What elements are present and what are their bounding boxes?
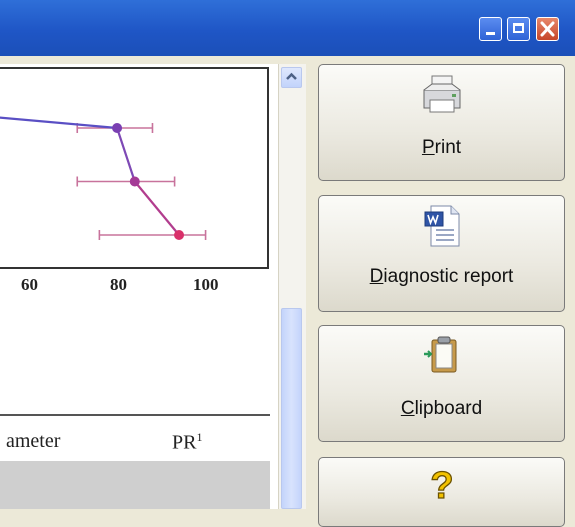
scroll-thumb[interactable] — [281, 308, 302, 509]
maximize-icon — [513, 23, 524, 33]
x-tick-label: 60 — [21, 275, 38, 294]
table-header-pr: PR1 — [172, 430, 203, 454]
data-point — [174, 230, 185, 240]
table-header-parameter: ameter — [6, 430, 61, 452]
x-tick-label: 100 — [193, 275, 219, 294]
help-button[interactable]: ? — [318, 457, 565, 527]
parameter-chart — [0, 67, 269, 269]
table-row — [0, 461, 270, 509]
table-divider — [0, 414, 270, 416]
print-button[interactable]: Print — [318, 64, 565, 181]
title-bar — [0, 0, 575, 56]
printer-icon — [423, 75, 460, 113]
close-icon — [540, 21, 555, 37]
data-point — [129, 176, 140, 187]
svg-text:?: ? — [430, 465, 453, 506]
question-mark-icon: ? — [429, 464, 454, 506]
word-document-icon — [424, 205, 459, 247]
clipboard-label: Clipboard — [400, 398, 483, 419]
minimize-button[interactable] — [479, 17, 502, 41]
clipboard-icon — [423, 336, 456, 373]
plot-frame — [0, 67, 269, 269]
x-tick-label: 80 — [110, 275, 127, 294]
chevron-up-icon — [286, 72, 297, 80]
minimize-icon — [486, 32, 495, 35]
print-label: Print — [421, 137, 462, 158]
scroll-up-button[interactable] — [281, 67, 302, 88]
diagnostic-report-button[interactable]: Diagnostic report — [318, 195, 565, 312]
clipboard-button[interactable]: Clipboard — [318, 325, 565, 442]
diagnostic-report-label: Diagnostic report — [369, 266, 514, 287]
close-button[interactable] — [536, 17, 559, 41]
data-point — [112, 123, 123, 133]
maximize-button[interactable] — [507, 17, 530, 41]
